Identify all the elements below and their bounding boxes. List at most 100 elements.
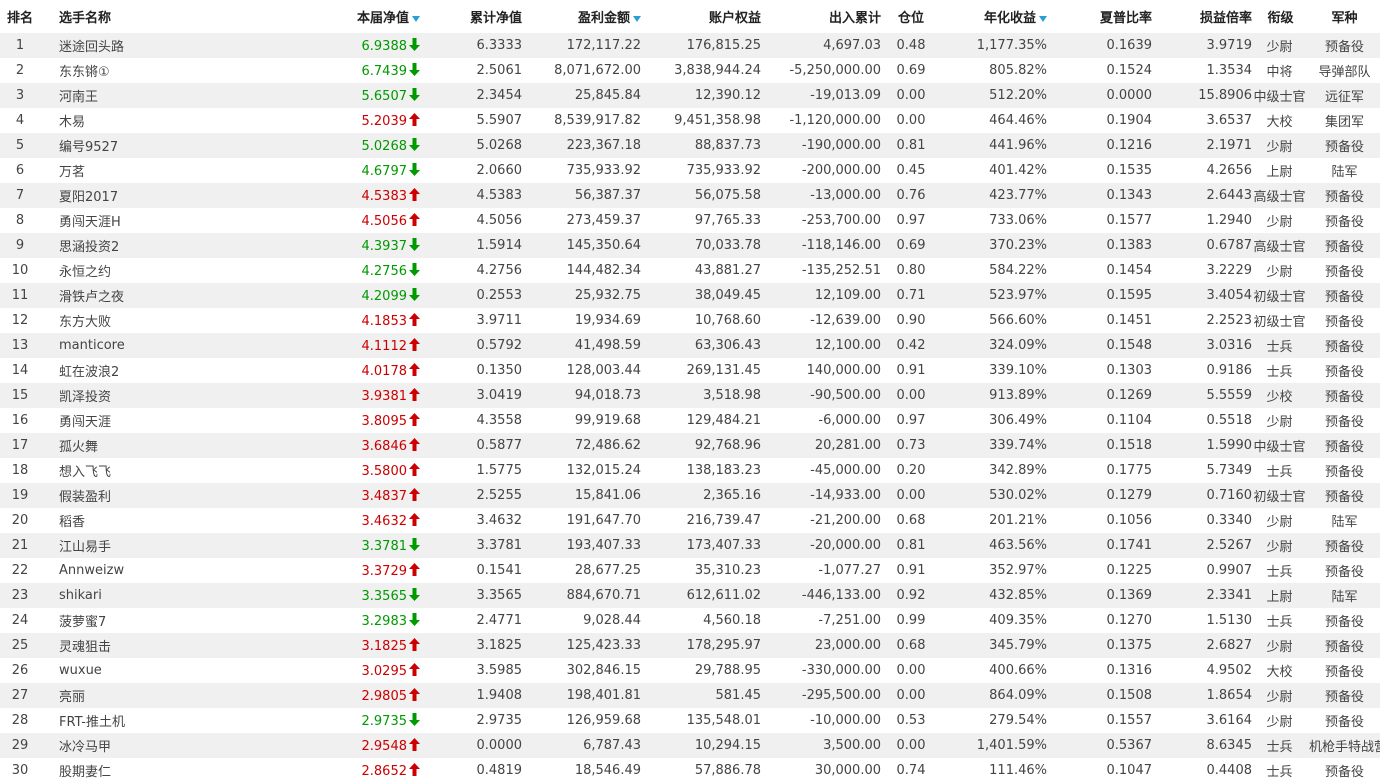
player-name-link[interactable]: 滑铁卢之夜: [59, 290, 124, 305]
player-name-link[interactable]: 夏阳2017: [59, 190, 118, 205]
flow-cell-value: -6,000.00: [818, 413, 881, 428]
position-cell: 0.69: [881, 233, 941, 258]
sharpe-cell: 0.1535: [1047, 158, 1153, 183]
col-header-label: 排名: [6, 11, 33, 26]
col-header-equity[interactable]: 账户权益: [641, 0, 761, 33]
position-cell-value: 0.00: [896, 688, 926, 703]
sharpe-cell-value: 0.1047: [1106, 763, 1153, 778]
equity-cell-value: 3,838,944.24: [674, 63, 761, 78]
cum-nav-cell-value: 0.1541: [476, 563, 523, 578]
flow-cell-value: 3,500.00: [823, 738, 881, 753]
player-name-link[interactable]: 想入飞飞: [59, 465, 111, 480]
player-name-link[interactable]: 假装盈利: [59, 490, 111, 505]
annual-return-cell-value: 279.54%: [989, 713, 1047, 728]
col-header-position[interactable]: 仓位: [881, 0, 941, 33]
player-name-link[interactable]: 永恒之约: [59, 265, 111, 280]
player-name-cell: 股期妻仁: [40, 758, 188, 783]
flow-cell-value: -10,000.00: [810, 713, 881, 728]
grade-cell-value: 少尉: [1266, 215, 1293, 230]
profit-cell-value: 735,933.92: [566, 163, 641, 178]
player-name-link[interactable]: 东方大败: [59, 315, 111, 330]
grade-cell-value: 少尉: [1266, 690, 1293, 705]
player-name-link[interactable]: 河南王: [59, 90, 98, 105]
player-name-link[interactable]: 股期妻仁: [59, 765, 111, 780]
col-header-cum-nav[interactable]: 累计净值: [420, 0, 522, 33]
cum-nav-cell-value: 2.4771: [476, 613, 523, 628]
branch-cell: 预备役: [1309, 333, 1380, 358]
rank-cell-value: 2: [15, 63, 25, 78]
col-header-grade[interactable]: 衔级: [1252, 0, 1309, 33]
player-name-link[interactable]: 冰冷马甲: [59, 740, 111, 755]
player-name-link[interactable]: 凯泽投资: [59, 390, 111, 405]
flow-cell: -12,639.00: [761, 308, 881, 333]
col-header-rank[interactable]: 排名: [0, 0, 40, 33]
position-cell: 0.97: [881, 408, 941, 433]
player-name-link[interactable]: 江山易手: [59, 540, 111, 555]
player-name-cell: 迷途回头路: [40, 33, 188, 58]
player-name-link[interactable]: FRT-推土机: [59, 715, 125, 730]
position-cell: 0.97: [881, 208, 941, 233]
cum-nav-cell-value: 4.2756: [476, 263, 523, 278]
cum-nav-cell-value: 3.4632: [476, 513, 523, 528]
rank-cell-value: 17: [11, 438, 29, 453]
sort-descending-icon: [1039, 15, 1047, 22]
annual-return-cell: 339.74%: [941, 433, 1047, 458]
player-name-link[interactable]: 万茗: [59, 165, 85, 180]
branch-cell: 陆军: [1309, 583, 1380, 608]
flow-cell-value: -1,120,000.00: [789, 113, 881, 128]
player-name-link[interactable]: 思涵投资2: [59, 240, 119, 255]
nav-cell: 3.8095: [188, 408, 420, 433]
player-name-link[interactable]: wuxue: [59, 663, 102, 678]
player-name-link[interactable]: 木易: [59, 115, 85, 130]
player-name-link[interactable]: 灵魂狙击: [59, 640, 111, 655]
player-name-link[interactable]: Annweizw: [59, 563, 124, 578]
col-header-pl-ratio[interactable]: 损益倍率: [1152, 0, 1252, 33]
col-header-label: 损益倍率: [1199, 11, 1252, 26]
grade-cell-value: 高级士官: [1253, 190, 1306, 205]
nav-cell: 5.6507: [188, 83, 420, 108]
player-name-link[interactable]: manticore: [59, 338, 125, 353]
player-name-link[interactable]: 勇闯天涯: [59, 415, 111, 430]
player-name-link[interactable]: 迷途回头路: [59, 40, 124, 55]
player-name-cell: Annweizw: [40, 558, 188, 583]
player-name-link[interactable]: 东东锵①: [59, 65, 110, 80]
branch-cell-value: 预备役: [1324, 690, 1364, 705]
sharpe-cell-value: 0.1279: [1106, 488, 1153, 503]
nav-cell-value: 3.4837: [361, 488, 408, 504]
grade-cell-value: 士兵: [1266, 340, 1293, 355]
col-header-branch[interactable]: 军种: [1309, 0, 1380, 33]
grade-cell-value: 初级士官: [1253, 290, 1306, 305]
grade-cell: 大校: [1252, 108, 1309, 133]
equity-cell: 735,933.92: [641, 158, 761, 183]
branch-cell: 机枪手特战营: [1309, 733, 1380, 758]
player-name-cell: 永恒之约: [40, 258, 188, 283]
table-row: 6 万茗 4.6797 2.0660 735,933.92 735,933.92 -200,…: [0, 158, 1380, 183]
col-header-sharpe[interactable]: 夏普比率: [1047, 0, 1152, 33]
col-header-name[interactable]: 选手名称: [40, 0, 188, 33]
nav-cell: 4.5383: [188, 183, 420, 208]
col-header-flow[interactable]: 出入累计: [761, 0, 881, 33]
player-name-link[interactable]: 稻香: [59, 515, 85, 530]
position-cell: 0.45: [881, 158, 941, 183]
sharpe-cell: 0.1375: [1047, 633, 1152, 658]
pl-ratio-cell-value: 2.1971: [1206, 138, 1253, 153]
player-name-link[interactable]: 虹在波浪2: [59, 365, 119, 380]
col-header-nav[interactable]: 本届净值: [188, 0, 420, 33]
player-name-link[interactable]: 亮丽: [59, 690, 85, 705]
col-header-annual[interactable]: 年化收益: [941, 0, 1047, 33]
col-header-profit[interactable]: 盈利金额: [522, 0, 641, 33]
player-name-link[interactable]: 孤火舞: [59, 440, 98, 455]
player-name-link[interactable]: 编号9527: [59, 140, 118, 155]
annual-return-cell: 306.49%: [941, 408, 1047, 433]
equity-cell-value: 56,075.58: [694, 188, 761, 203]
table-row: 24 菠萝蜜7 3.2983 2.4771 9,028.44 4,560.18 -7,251…: [0, 608, 1380, 633]
rank-cell: 14: [0, 358, 40, 383]
table-row: 15 凯泽投资 3.9381 3.0419 94,018.73 3,518.98 -90,5…: [0, 383, 1380, 408]
grade-cell-value: 上尉: [1266, 590, 1293, 605]
equity-cell: 176,815.25: [641, 33, 761, 58]
player-name-link[interactable]: 勇闯天涯H: [59, 215, 121, 230]
flow-cell: -21,200.00: [761, 508, 881, 533]
player-name-link[interactable]: 菠萝蜜7: [59, 615, 106, 630]
player-name-link[interactable]: shikari: [59, 588, 102, 603]
sharpe-cell: 0.1518: [1047, 433, 1152, 458]
